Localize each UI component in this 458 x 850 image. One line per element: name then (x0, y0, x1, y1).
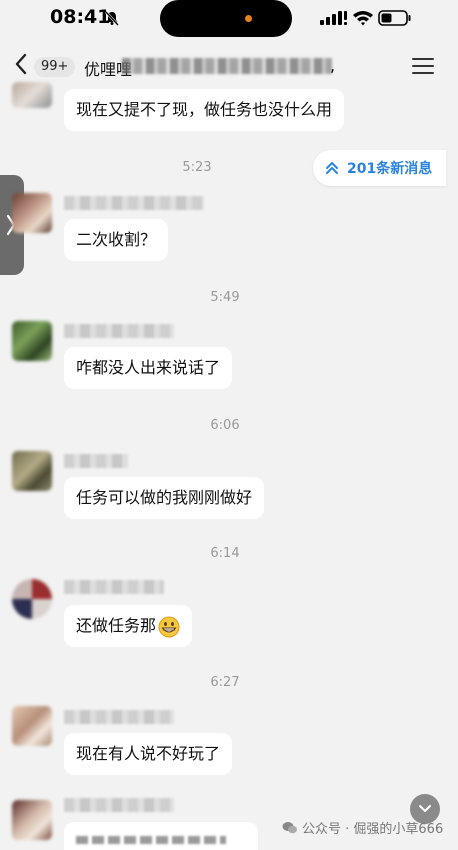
grinning-emoji-icon (158, 616, 180, 637)
sender-avatar[interactable] (12, 451, 52, 491)
sender-avatar[interactable] (12, 82, 52, 108)
sender-avatar[interactable] (12, 706, 52, 746)
partial-text-blur (76, 836, 226, 844)
message-timestamp: 6:06 (210, 418, 240, 433)
sender-avatar[interactable] (12, 800, 52, 840)
unread-count-badge[interactable]: 99+ (34, 57, 76, 77)
message-timestamp: 6:14 (210, 546, 240, 561)
message-timestamp: 6:27 (210, 675, 240, 690)
message-bubble[interactable]: 现在又提不了现，做任务也没什么用 (64, 89, 345, 131)
sender-name-redacted (64, 798, 174, 812)
sender-avatar[interactable] (12, 321, 52, 361)
message-bubble[interactable]: 任务可以做的我刚刚做好 (64, 477, 265, 519)
sender-avatar[interactable] (12, 579, 52, 619)
status-bar: 08:41 (0, 0, 458, 40)
message-bubble[interactable]: 咋都没人出来说话了 (64, 347, 233, 389)
battery-icon (378, 10, 411, 26)
sender-name-redacted (64, 710, 174, 724)
message-bubble[interactable]: 还做任务那 (64, 605, 193, 647)
wechat-icon (282, 821, 297, 833)
bell-muted-icon (105, 11, 119, 26)
message-timestamp: 5:49 (210, 290, 240, 305)
title-redacted (122, 58, 332, 74)
watermark: 公众号 · 倔强的小草666 (282, 818, 443, 837)
sender-name-redacted (64, 580, 164, 594)
watermark-text: 公众号 · 倔强的小草666 (302, 822, 444, 837)
wifi-icon (353, 11, 373, 26)
back-arrow-icon[interactable] (12, 52, 30, 76)
message-bubble[interactable]: 二次收割？ (64, 219, 169, 261)
cellular-signal-icon (320, 11, 347, 25)
sender-avatar[interactable] (12, 193, 52, 233)
sender-name-redacted (64, 324, 174, 338)
chevron-down-icon (419, 805, 431, 812)
sender-name-redacted (64, 454, 128, 468)
sender-name-redacted (64, 196, 204, 210)
chat-title-suffix: , (330, 56, 336, 75)
status-time: 08:41 (50, 6, 111, 28)
message-timestamp: 5:23 (182, 160, 212, 175)
message-text: 还做任务那 (76, 616, 157, 635)
chat-header: 99+ 优哩哩 , (0, 42, 458, 88)
recording-indicator (245, 15, 252, 22)
message-bubble[interactable]: 现在有人说不好玩了 (64, 733, 233, 775)
dynamic-island (160, 0, 292, 37)
menu-icon[interactable] (412, 57, 434, 75)
